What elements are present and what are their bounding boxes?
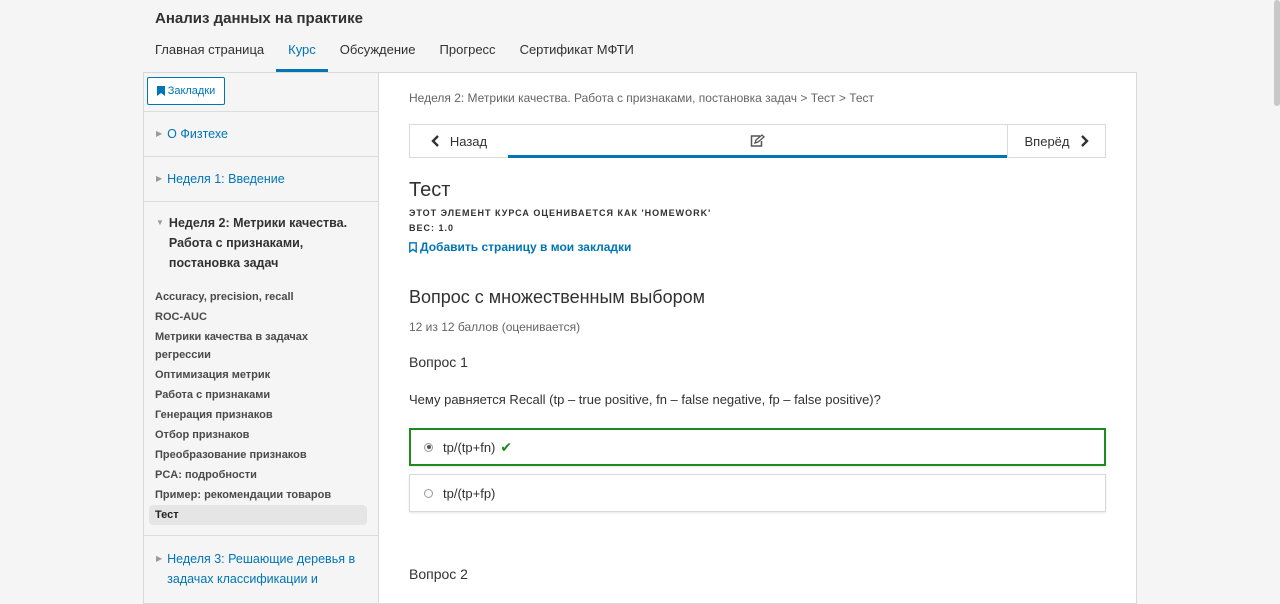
chapter-label: Неделя 2: Метрики качества. Работа с при… (168, 216, 348, 270)
choice-label: tp/(tp+fp) (443, 485, 496, 501)
bookmark-icon (156, 86, 165, 96)
subsection-pca-details[interactable]: PCA: подробности (149, 465, 367, 485)
triangle-right-icon: ▶ (156, 174, 163, 183)
chevron-right-icon (1080, 135, 1089, 147)
tab-certificate[interactable]: Сертификат МФТИ (508, 36, 646, 72)
question-2-label: Вопрос 2 (409, 566, 468, 582)
course-panel: Закладки ▶ О Физтехе ▶ Неделя 1: Введени… (143, 72, 1137, 604)
bookmarks-button-label: Закладки (167, 85, 216, 97)
tab-progress[interactable]: Прогресс (428, 36, 508, 72)
graded-note: ЭТОТ ЭЛЕМЕНТ КУРСА ОЦЕНИВАЕТСЯ КАК 'HOME… (409, 208, 712, 218)
divider (144, 201, 378, 202)
chapter-about-phystech[interactable]: ▶ О Физтехе (156, 124, 361, 144)
divider (144, 535, 378, 536)
problem-header: Вопрос с множественным выбором (409, 287, 705, 307)
checkmark-icon: ✔ (500, 438, 513, 455)
subsection-metric-optimization[interactable]: Оптимизация метрик (149, 365, 367, 385)
tab-discussion[interactable]: Обсуждение (328, 36, 428, 72)
subsection-accuracy-precision-recall[interactable]: Accuracy, precision, recall (149, 287, 367, 307)
page-scrollbar[interactable] (1274, 0, 1280, 106)
choice-option-1[interactable]: tp/(tp+fn) ✔ (409, 428, 1106, 466)
subsection-feature-generation[interactable]: Генерация признаков (149, 405, 367, 425)
course-title: Анализ данных на практике (155, 10, 363, 27)
chapter-week-3[interactable]: ▶ Неделя 3: Решающие деревья в задачах к… (156, 549, 361, 589)
triangle-right-icon: ▶ (156, 554, 163, 563)
subsection-roc-auc[interactable]: ROC-AUC (149, 307, 367, 327)
divider (144, 111, 378, 112)
bookmarks-button[interactable]: Закладки (147, 77, 225, 105)
radio-button[interactable] (424, 488, 433, 498)
chapter-week-1[interactable]: ▶ Неделя 1: Введение (156, 169, 361, 189)
sequence-navigation: Назад Вперёд (409, 124, 1106, 160)
sequence-tab-problem[interactable] (508, 124, 1007, 158)
question-1-text: Чему равняется Recall (tp – true positiv… (409, 392, 881, 407)
add-bookmark-label: Добавить страницу в мои закладки (420, 240, 632, 254)
triangle-down-icon: ▼ (156, 218, 164, 227)
subsection-feature-selection[interactable]: Отбор признаков (149, 425, 367, 445)
question-1-label: Вопрос 1 (409, 354, 468, 370)
previous-button-label: Назад (449, 133, 488, 149)
subsection-feature-work[interactable]: Работа с признаками (149, 385, 367, 405)
triangle-right-icon: ▶ (156, 129, 163, 138)
bookmark-outline-icon (409, 241, 417, 253)
subsection-recommendation-example[interactable]: Пример: рекомендации товаров (149, 485, 367, 505)
tab-course[interactable]: Курс (276, 36, 328, 72)
edit-icon (750, 133, 765, 147)
problem-score: 12 из 12 баллов (оценивается) (409, 320, 581, 334)
chapter-label: Неделя 1: Введение (167, 172, 285, 186)
choice-label: tp/(tp+fn) (443, 439, 496, 455)
choice-option-2[interactable]: tp/(tp+fp) (409, 474, 1106, 512)
unit-title: Тест (409, 179, 451, 201)
previous-button[interactable]: Назад (409, 124, 508, 158)
next-button[interactable]: Вперёд (1007, 124, 1106, 158)
subsection-regression-metrics[interactable]: Метрики качества в задачах регрессии (149, 327, 367, 365)
course-outline-sidebar: Закладки ▶ О Физтехе ▶ Неделя 1: Введени… (144, 73, 379, 603)
chevron-left-icon (431, 135, 439, 147)
weight-note: ВЕС: 1.0 (409, 223, 455, 233)
course-tabs: Главная страница Курс Обсуждение Прогрес… (143, 36, 646, 72)
next-button-label: Вперёд (1024, 133, 1070, 149)
week-2-subsections: Accuracy, precision, recall ROC-AUC Метр… (149, 287, 367, 525)
chapter-label: Неделя 3: Решающие деревья в задачах кла… (167, 552, 356, 586)
tab-home[interactable]: Главная страница (143, 36, 276, 72)
subsection-test[interactable]: Тест (149, 505, 367, 525)
breadcrumb: Неделя 2: Метрики качества. Работа с при… (409, 91, 875, 105)
divider (144, 156, 378, 157)
subsection-feature-transformation[interactable]: Преобразование признаков (149, 445, 367, 465)
radio-button[interactable] (424, 442, 433, 452)
add-bookmark-link[interactable]: Добавить страницу в мои закладки (409, 240, 631, 254)
chapter-week-2[interactable]: ▼ Неделя 2: Метрики качества. Работа с п… (156, 213, 361, 273)
chapter-label: О Физтехе (167, 127, 228, 141)
